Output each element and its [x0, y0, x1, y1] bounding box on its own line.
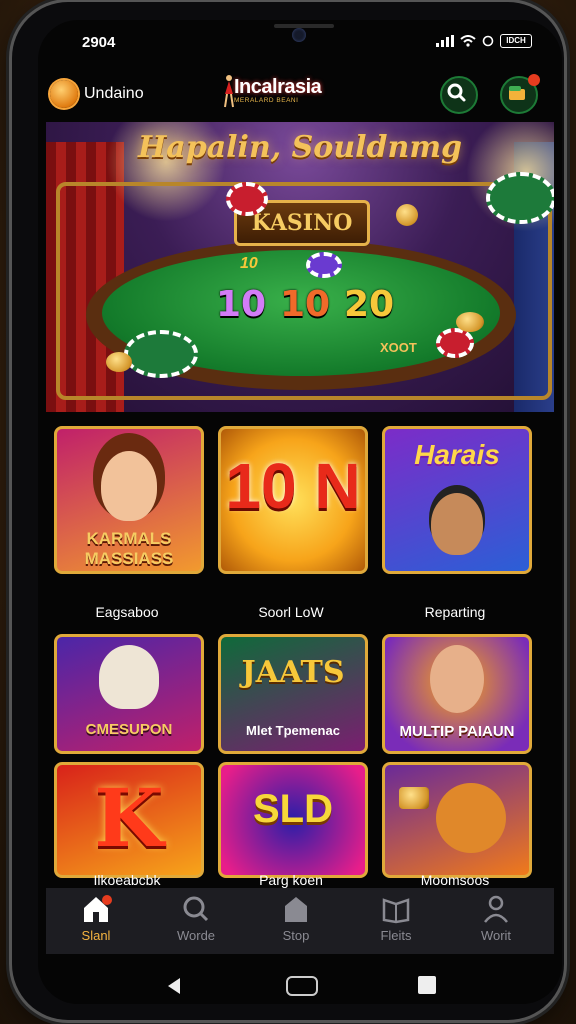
search-icon	[447, 83, 466, 102]
game-label-3[interactable]: Reparting	[380, 604, 530, 620]
chip-red-2-icon	[436, 328, 474, 358]
system-nav-bar	[38, 958, 562, 1004]
left-brand[interactable]: Undaino	[50, 80, 144, 108]
nav-home-label: Slanl	[81, 928, 111, 943]
tiger-icon	[436, 783, 507, 853]
bottom-nav: Slanl Worde Stop Fleits Worit	[46, 888, 554, 954]
screen: 2904 IDCH Undaino Incalrasia MERALARD BE…	[38, 20, 562, 1004]
game-tile-2[interactable]: 10 N	[218, 426, 368, 574]
wifi-icon	[460, 35, 476, 47]
dancer-logo-icon	[224, 75, 234, 108]
gold-bar-icon	[399, 787, 429, 809]
game-tile-7[interactable]: K	[54, 762, 204, 878]
game-label-8[interactable]: Parg koen	[216, 872, 366, 888]
status-bar: 2904 IDCH	[38, 20, 562, 68]
chip-flying-icon	[486, 172, 554, 224]
center-brand: Incalrasia MERALARD BEANI	[224, 75, 322, 108]
wallet-icon	[509, 86, 525, 100]
nav-book[interactable]: Fleits	[346, 894, 446, 943]
brand-title: Incalrasia	[234, 76, 322, 98]
nav-profile-label: Worit	[480, 928, 512, 943]
hero-small-number: 10	[240, 255, 258, 272]
search-button[interactable]	[440, 76, 478, 114]
notification-badge	[528, 74, 540, 86]
app-header: Undaino Incalrasia MERALARD BEANI	[38, 72, 562, 124]
game-tile-8-art: SLD	[253, 787, 333, 831]
hero-title: Hapalin, Souldnmg	[137, 130, 463, 165]
coin-2-icon	[456, 312, 484, 332]
game-tile-1-art: KARMALS MASSIASS	[84, 529, 174, 568]
game-tile-8[interactable]: SLD	[218, 762, 368, 878]
home-icon	[84, 895, 112, 922]
store-icon	[285, 897, 307, 922]
chip-stack-icon	[124, 330, 198, 378]
game-label-7[interactable]: Ilkoeabcbk	[52, 872, 202, 888]
nav-search[interactable]: Worde	[146, 894, 246, 943]
nav-book-label: Fleits	[380, 928, 412, 943]
character-icon	[101, 451, 157, 521]
game-tile-4-art: CMESUPON	[85, 721, 173, 738]
game-tile-5[interactable]: JAATS Mlet Tpemenac	[218, 634, 368, 754]
wallet-button[interactable]	[500, 74, 540, 114]
character-icon	[431, 493, 483, 555]
coin-logo-icon	[50, 80, 78, 108]
search-icon	[183, 896, 209, 922]
phone-frame: 2904 IDCH Undaino Incalrasia MERALARD BE…	[12, 2, 564, 1020]
battery-indicator: IDCH	[500, 34, 532, 48]
game-tile-7-art: K	[94, 771, 164, 865]
chip-red-icon	[226, 182, 268, 216]
game-tile-3[interactable]: Harais	[382, 426, 532, 574]
hero-number-2: 10	[280, 284, 331, 325]
lion-icon	[99, 645, 159, 709]
game-tile-9[interactable]	[382, 762, 532, 878]
home-button[interactable]	[286, 976, 318, 996]
game-tile-6-art: MULTIP PAIAUN	[399, 723, 515, 740]
signal-icon	[436, 35, 454, 47]
game-tile-6[interactable]: MULTIP PAIAUN	[382, 634, 532, 754]
front-camera	[292, 28, 306, 42]
game-tile-5-title: JAATS	[241, 655, 345, 690]
coin-3-icon	[396, 204, 418, 226]
table-label: XOOT	[380, 340, 417, 355]
profile-icon	[484, 895, 508, 923]
game-label-1[interactable]: Eagsaboo	[52, 604, 202, 620]
chip-purple-icon	[306, 252, 342, 278]
nav-home[interactable]: Slanl	[46, 894, 146, 943]
game-tile-3-art: Harais	[414, 439, 500, 470]
nav-store-label: Stop	[282, 928, 310, 943]
speaker	[274, 24, 334, 28]
status-icons: IDCH	[436, 34, 532, 48]
nav-search-label: Worde	[176, 928, 216, 943]
nav-profile[interactable]: Worit	[446, 894, 546, 943]
game-label-9[interactable]: Moomsoos	[380, 872, 530, 888]
recents-button[interactable]	[418, 976, 436, 994]
back-icon[interactable]	[164, 976, 184, 996]
game-tile-2-art: 10 N	[225, 450, 361, 522]
status-time: 2904	[82, 34, 116, 51]
hero-number-3: 20	[344, 284, 395, 325]
game-tile-5-art: Mlet Tpemenac	[246, 723, 340, 738]
left-brand-label: Undaino	[84, 85, 144, 102]
nav-store[interactable]: Stop	[246, 894, 346, 943]
character-icon	[430, 645, 484, 713]
game-label-2[interactable]: Soorl LoW	[216, 604, 366, 620]
game-tile-1[interactable]: KARMALS MASSIASS	[54, 426, 204, 574]
book-icon	[382, 898, 410, 924]
game-tile-4[interactable]: CMESUPON	[54, 634, 204, 754]
hero-banner[interactable]: Hapalin, Souldnmg KASINO 10 10 10 20 XOO…	[46, 122, 554, 412]
sync-icon	[482, 35, 494, 47]
coin-icon	[106, 352, 132, 372]
hero-number-1: 10	[216, 284, 267, 325]
